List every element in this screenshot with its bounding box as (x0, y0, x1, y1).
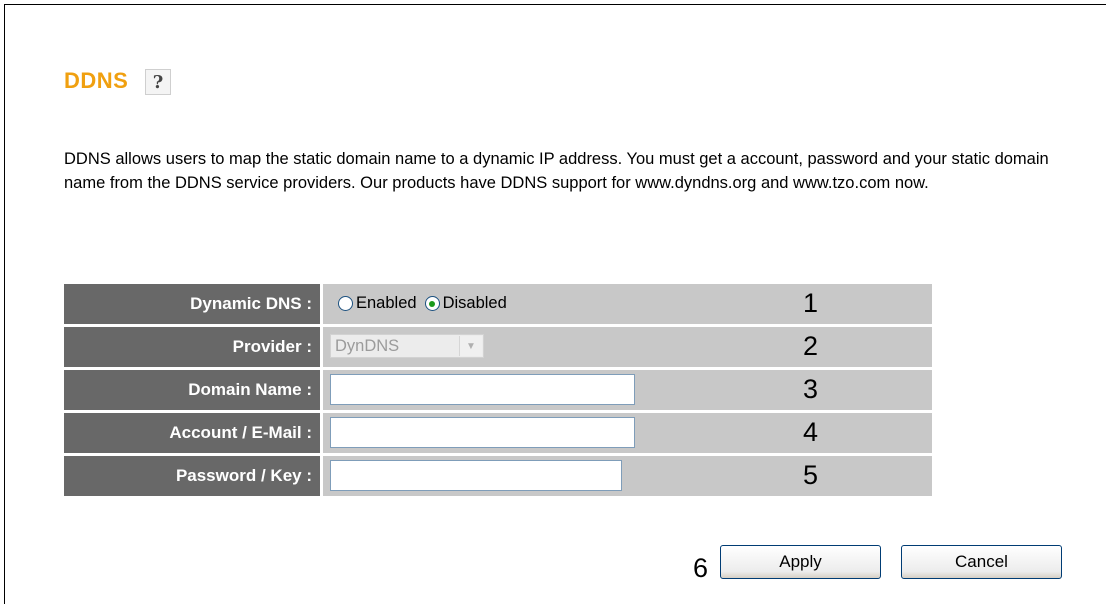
domain-name-label: Domain Name : (64, 370, 323, 410)
cancel-button[interactable]: Cancel (901, 545, 1062, 579)
apply-button[interactable]: Apply (720, 545, 881, 579)
step-number-2: 2 (803, 331, 819, 361)
radio-selected-dot (429, 300, 436, 307)
account-email-input[interactable] (330, 417, 635, 448)
dynamic-dns-row: Dynamic DNS : Enabled Disabled 1 (64, 284, 932, 324)
step-number-4: 4 (803, 417, 819, 447)
domain-name-row: Domain Name : 3 (64, 370, 932, 410)
step-number-1: 1 (803, 288, 819, 318)
disabled-radio[interactable] (424, 296, 440, 311)
description-text: DDNS allows users to map the static doma… (64, 150, 1049, 192)
provider-select[interactable]: DynDNS ▼ (330, 334, 484, 358)
account-label: Account / E-Mail : (64, 413, 323, 453)
help-icon[interactable]: ? (145, 69, 171, 95)
domain-name-input[interactable] (330, 374, 635, 405)
step-number-5: 5 (803, 460, 819, 490)
page-title: DDNS (64, 68, 129, 93)
provider-selected-value: DynDNS (335, 336, 400, 355)
password-label: Password / Key : (64, 456, 323, 496)
provider-label: Provider : (64, 327, 323, 367)
dynamic-dns-label: Dynamic DNS : (64, 284, 323, 324)
account-row: Account / E-Mail : 4 (64, 413, 932, 453)
provider-row: Provider : DynDNS ▼ 2 (64, 327, 932, 367)
chevron-down-icon[interactable]: ▼ (459, 336, 482, 356)
password-row: Password / Key : 5 (64, 456, 932, 496)
password-key-input[interactable] (330, 460, 622, 491)
enabled-radio[interactable] (338, 296, 353, 311)
enabled-radio-label[interactable]: Enabled (356, 294, 417, 313)
ddns-settings-table: Dynamic DNS : Enabled Disabled 1 Provide… (64, 281, 932, 499)
disabled-radio-label[interactable]: Disabled (443, 294, 507, 313)
step-number-6: 6 (693, 553, 709, 583)
step-number-3: 3 (803, 374, 819, 404)
